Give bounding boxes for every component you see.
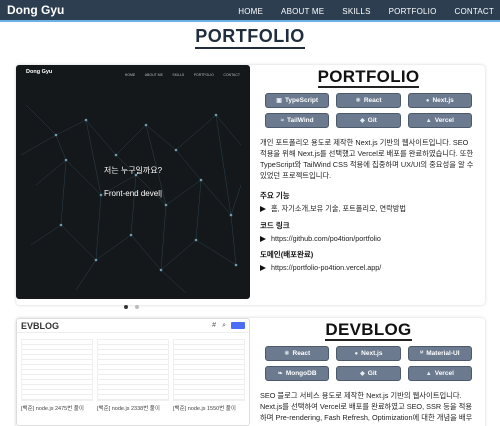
preview-links: HOME ABOUT ME SKILLS PORTFOLIO CONTACT — [120, 65, 240, 81]
nav-links: HOME ABOUT ME SKILLS PORTFOLIO CONTACT — [238, 0, 494, 22]
section-title: PORTFOLIO — [0, 26, 500, 49]
domain-link[interactable]: https://portfolio-po4tion.vercel.app/ — [271, 263, 381, 272]
brand-logo[interactable]: Dong Gyu — [7, 3, 64, 17]
tech-tags: ▣ TypeScript ⚛ React ● Next.js ≈ TailWind ◆ G… — [265, 93, 472, 128]
field-label: 주요 기능 — [260, 191, 290, 200]
arrow-right-icon — [260, 264, 266, 271]
field-domain: 도메인(배포완료) https://portfolio-po4tion.verc… — [260, 249, 477, 272]
preview-hero-question: 저는 누구일까요? — [103, 166, 163, 175]
tailwind-icon: ≈ — [280, 117, 285, 124]
project-description: 개인 포트폴리오 용도로 제작한 Next.js 기반의 웹사이트입니다. SE… — [260, 138, 474, 180]
tag-tailwind: ≈ TailWind — [265, 113, 330, 128]
project-info: DEVBLOG ⚛ React ● Next.js ᴹ Material-UI ❧ Mo… — [252, 318, 485, 423]
project-preview-image[interactable]: EVBLOG # ⌕ [백준] node.js 2475번 풀이 [백준] no… — [16, 318, 250, 426]
ts-icon: ▣ — [276, 98, 282, 104]
hash-icon: # — [212, 322, 217, 329]
tag-vercel: ▲ Vercel — [407, 113, 472, 128]
slider-dots — [124, 305, 146, 309]
preview-nav: Dong Gyu HOME ABOUT ME SKILLS PORTFOLIO … — [16, 65, 250, 79]
nav-home[interactable]: HOME — [238, 7, 263, 16]
react-icon: ⚛ — [284, 351, 290, 357]
tag-mongodb: ❧ MongoDB — [265, 366, 330, 381]
tech-tags: ⚛ React ● Next.js ᴹ Material-UI ❧ MongoDB ◆ G… — [265, 346, 472, 381]
top-nav: Dong Gyu HOME ABOUT ME SKILLS PORTFOLIO … — [0, 0, 500, 22]
vercel-icon: ▲ — [425, 117, 432, 124]
preview-post-grid: [백준] node.js 2475번 풀이 [백준] node.js 2338번… — [17, 333, 249, 418]
preview-blog-title: EVBLOG — [21, 320, 60, 331]
preview-post: [백준] node.js 2338번 풀이 — [97, 339, 169, 412]
network-background — [20, 104, 242, 294]
arrow-right-icon — [260, 235, 266, 242]
preview-post: [백준] node.js 1550번 풀이 — [173, 339, 245, 412]
react-icon: ⚛ — [355, 98, 361, 104]
mongo-icon: ❧ — [277, 371, 283, 377]
tag-git: ◆ Git — [336, 113, 401, 128]
github-link[interactable]: https://github.com/po4tion/portfolio — [271, 234, 381, 243]
field-value: 홈, 자기소개,보유 기술, 포트폴리오, 연락방법 — [271, 204, 407, 213]
arrow-right-icon — [260, 206, 266, 212]
git-icon: ◆ — [360, 118, 365, 124]
tag-git: ◆ Git — [336, 366, 401, 381]
preview-link: PORTFOLIO — [193, 73, 214, 77]
project-card-portfolio: Dong Gyu HOME ABOUT ME SKILLS PORTFOLIO … — [16, 65, 485, 309]
slider-dot[interactable] — [135, 305, 139, 309]
preview-post: [백준] node.js 2475번 풀이 — [21, 339, 93, 412]
tag-react: ⚛ React — [265, 346, 330, 361]
project-title: PORTFOLIO — [317, 67, 420, 88]
next-icon: ● — [425, 97, 430, 104]
field-features: 주요 기능 홈, 자기소개,보유 기술, 포트폴리오, 연락방법 — [260, 190, 477, 214]
tag-nextjs: ● Next.js — [407, 93, 472, 108]
project-title: DEVBLOG — [325, 320, 412, 341]
nav-skills[interactable]: SKILLS — [342, 7, 370, 16]
tag-vercel: ▲ Vercel — [407, 366, 472, 381]
vercel-icon: ▲ — [425, 370, 432, 377]
nav-portfolio[interactable]: PORTFOLIO — [389, 7, 437, 16]
search-icon: ⌕ — [222, 321, 226, 329]
git-icon: ◆ — [360, 371, 365, 377]
nav-about[interactable]: ABOUT ME — [281, 7, 324, 16]
preview-link: ABOUT ME — [144, 73, 163, 77]
field-label: 코드 링크 — [260, 221, 290, 230]
field-code-link: 코드 링크 https://github.com/po4tion/portfol… — [260, 220, 477, 243]
preview-link: HOME — [124, 73, 136, 77]
preview-blog-header: EVBLOG # ⌕ — [17, 319, 249, 333]
mui-icon: ᴹ — [420, 350, 424, 357]
preview-login-button — [231, 322, 245, 329]
project-preview-image[interactable]: Dong Gyu HOME ABOUT ME SKILLS PORTFOLIO … — [16, 65, 250, 299]
tag-typescript: ▣ TypeScript — [265, 93, 330, 108]
preview-link: CONTACT — [223, 73, 240, 77]
tag-react: ⚛ React — [336, 93, 401, 108]
tag-nextjs: ● Next.js — [336, 346, 401, 361]
tag-material-ui: ᴹ Material-UI — [407, 346, 472, 361]
project-card-devblog: EVBLOG # ⌕ [백준] node.js 2475번 풀이 [백준] no… — [16, 318, 485, 426]
nav-contact[interactable]: CONTACT — [455, 7, 494, 16]
preview-brand: Dong Gyu — [26, 69, 53, 75]
slider-dot-active[interactable] — [124, 305, 128, 309]
preview-hero-typing: Front-end devel| — [103, 189, 163, 198]
project-description: SEO 블로그 서비스 용도로 제작한 Next.js 기반의 웹사이트입니다.… — [260, 391, 473, 422]
preview-link: SKILLS — [172, 73, 185, 77]
field-label: 도메인(배포완료) — [260, 250, 314, 259]
project-info: PORTFOLIO ▣ TypeScript ⚛ React ● Next.js ≈ T… — [252, 65, 485, 272]
next-icon: ● — [354, 350, 359, 357]
